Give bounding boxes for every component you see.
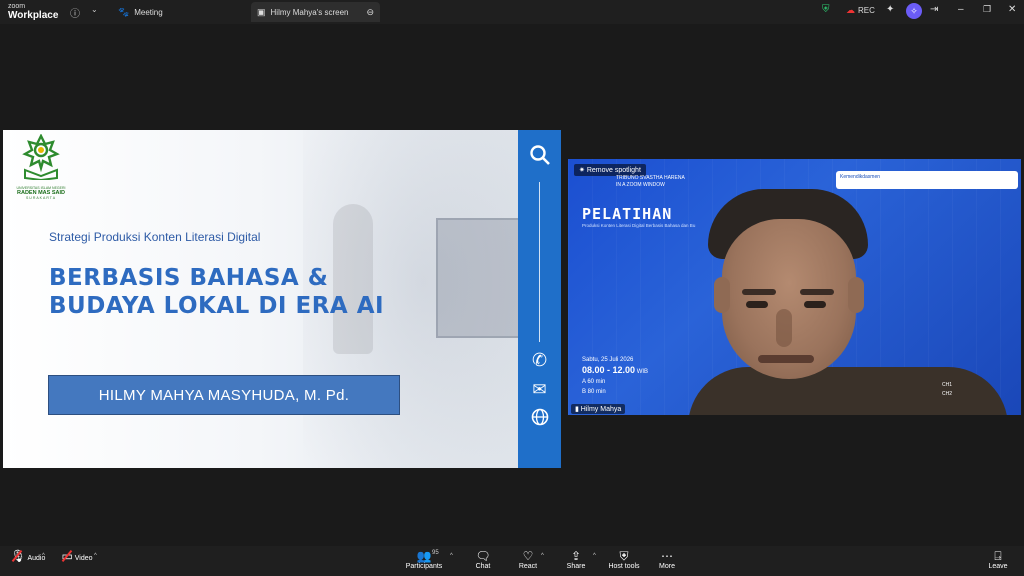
- participants-label: Participants: [405, 563, 443, 570]
- leave-button[interactable]: ⍈ Leave: [973, 549, 1023, 570]
- rec-button[interactable]: ☁ REC: [846, 5, 875, 16]
- leave-icon: ⍈: [994, 549, 1002, 563]
- person-brow-right: [800, 289, 834, 295]
- heart-icon: ♡: [522, 549, 534, 563]
- tab-screen-share[interactable]: ▣ Hilmy Mahya's screen ⊖: [251, 2, 380, 22]
- chat-button[interactable]: 🗨 Chat: [458, 549, 508, 570]
- video-label: Video: [74, 555, 93, 562]
- cloud-rec-icon: ☁: [846, 5, 855, 15]
- schedule-info: Sabtu, 25 Juli 2026 08.00 - 12.00 WIB A …: [582, 355, 648, 397]
- slide-subtitle: Strategi Produksi Konten Literasi Digita…: [49, 230, 261, 244]
- background-subheading: Produksi Konten Literasi Digital Berbasi…: [582, 223, 696, 228]
- host-tools-label: Host tools: [608, 563, 640, 570]
- person-brow-left: [742, 289, 776, 295]
- person-ear-left: [714, 277, 730, 313]
- participants-count: 95: [432, 550, 439, 556]
- zoom-logo: zoom Workplace: [8, 3, 59, 21]
- meeting-controls: 🎙 Audio ^ ▭ Video ^ 👥 Participants 95 ^ …: [0, 546, 1024, 576]
- slide-title: BERBASIS BAHASA & BUDAYA LOKAL DI ERA AI: [49, 265, 385, 319]
- audio-options-caret-icon[interactable]: ^: [42, 553, 45, 559]
- participants-icon: 👥: [416, 549, 432, 563]
- video-options-caret-icon[interactable]: ^: [94, 553, 97, 559]
- shared-screen: UNIVERSITAS ISLAM NEGERI RADEN MAS SAID …: [3, 130, 561, 468]
- participants-button[interactable]: 👥 Participants: [399, 549, 449, 570]
- university-logo: UNIVERSITAS ISLAM NEGERI RADEN MAS SAID …: [11, 133, 71, 200]
- ai-companion-icon[interactable]: ✧: [906, 3, 922, 19]
- leave-label: Leave: [988, 563, 1008, 570]
- chat-label: Chat: [475, 563, 491, 570]
- react-button[interactable]: ♡ React: [503, 549, 553, 570]
- background-heading: PELATIHAN: [582, 205, 673, 223]
- sidebar-divider: [539, 182, 540, 342]
- exit-icon[interactable]: ⇥: [930, 4, 938, 15]
- tab-screen-label: Hilmy Mahya's screen: [270, 7, 349, 17]
- globe-icon: [518, 408, 561, 431]
- participant-name-tag: ▮ Hilmy Mahya: [571, 404, 626, 414]
- screen-share-icon: ▣: [257, 6, 266, 17]
- participant-name: Hilmy Mahya: [580, 406, 622, 413]
- react-label: React: [518, 563, 538, 570]
- tab-meeting[interactable]: 🐾 Meeting: [112, 2, 169, 22]
- tab-meeting-label: Meeting: [134, 7, 163, 17]
- participant-video[interactable]: ✷ Remove spotlight TRIBUNO SVASTHA HAREN…: [568, 159, 1021, 415]
- channel-labels: CH1 CH2: [942, 381, 952, 399]
- university-city: SURAKARTA: [25, 196, 57, 200]
- info-icon[interactable]: ⓘ: [70, 5, 80, 20]
- session-b: B 80 min: [582, 389, 606, 395]
- chevron-down-icon[interactable]: ⌄: [91, 5, 98, 14]
- remove-spotlight-label: Remove spotlight: [586, 167, 641, 174]
- microphone-muted-icon: 🎙: [10, 549, 26, 563]
- more-dots-icon: ⋯: [661, 549, 673, 563]
- share-label: Share: [566, 563, 586, 570]
- magic-wand-icon[interactable]: ✦: [886, 4, 894, 15]
- minimize-icon[interactable]: –: [958, 4, 964, 15]
- channel-2-label: CH2: [942, 391, 953, 397]
- person-nose: [776, 309, 792, 347]
- tagline-line2: IN A ZOOM WINDOW: [616, 182, 665, 188]
- university-emblem-icon: [22, 133, 60, 182]
- shield-icon[interactable]: ⛨: [822, 4, 830, 15]
- person-shirt: [688, 367, 1008, 415]
- restore-icon[interactable]: ❐: [983, 4, 991, 15]
- more-button[interactable]: ⋯ More: [642, 549, 692, 570]
- channel-1-label: CH1: [942, 382, 953, 388]
- person-mouth: [758, 355, 814, 363]
- background-tagline: TRIBUNO SVASTHA HARENA IN A ZOOM WINDOW: [616, 175, 685, 189]
- schedule-timezone: WIB: [636, 369, 649, 375]
- close-icon[interactable]: ✕: [1008, 4, 1016, 15]
- tagline-line1: TRIBUNO SVASTHA HARENA: [616, 175, 685, 181]
- meeting-stage: UNIVERSITAS ISLAM NEGERI RADEN MAS SAID …: [0, 24, 1024, 546]
- rec-label: REC: [858, 6, 875, 15]
- top-bar: zoom Workplace ⓘ ⌄ 🐾 Meeting ▣ Hilmy Mah…: [0, 0, 1024, 24]
- logo-bottom-text: Workplace: [8, 10, 59, 21]
- person-ear-right: [848, 277, 864, 313]
- presenter-name-box: HILMY MAHYA MASYHUDA, M. Pd.: [48, 375, 400, 415]
- mail-icon: ✉: [532, 380, 547, 399]
- person-eye-left: [746, 301, 768, 308]
- session-a: A 60 min: [582, 379, 606, 385]
- slide-photo-screen: [436, 218, 521, 338]
- schedule-date: Sabtu, 25 Juli 2026: [582, 357, 634, 363]
- person-eye-right: [804, 301, 826, 308]
- more-options-icon[interactable]: ⊖: [366, 7, 374, 18]
- participant-person: [688, 179, 1008, 415]
- camera-off-icon: ▭: [61, 549, 73, 563]
- participants-options-caret-icon[interactable]: ^: [450, 553, 453, 559]
- meeting-icon: 🐾: [118, 6, 130, 17]
- react-options-caret-icon[interactable]: ^: [541, 553, 544, 559]
- more-label: More: [659, 563, 675, 570]
- schedule-time: 08.00 - 12.00: [582, 365, 636, 375]
- search-icon: [518, 144, 561, 171]
- phone-icon: ✆: [531, 350, 548, 370]
- share-options-caret-icon[interactable]: ^: [593, 553, 596, 559]
- pin-icon: ✷: [579, 167, 587, 174]
- slide-sidebar: ✆ ✉: [518, 130, 561, 468]
- audio-button[interactable]: 🎙 Audio: [3, 549, 53, 563]
- chat-icon: 🗨: [475, 549, 491, 563]
